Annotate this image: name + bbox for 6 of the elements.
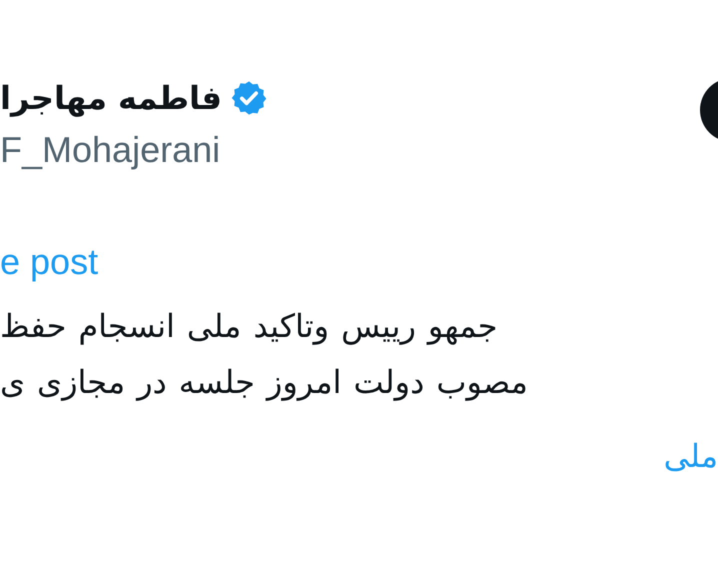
translate-link[interactable]: e post: [0, 240, 98, 284]
author-name[interactable]: فاطمه مهاجرا: [0, 76, 222, 120]
author-handle: F_Mohajerani: [0, 128, 222, 172]
post-text: ی مجازی در جلسه امروز دولت مصوب: [0, 362, 529, 403]
post-text: حفظ انسجام ملی وتاکید رییس جمهو: [0, 306, 498, 347]
hashtag-link[interactable]: ملی: [664, 434, 718, 478]
